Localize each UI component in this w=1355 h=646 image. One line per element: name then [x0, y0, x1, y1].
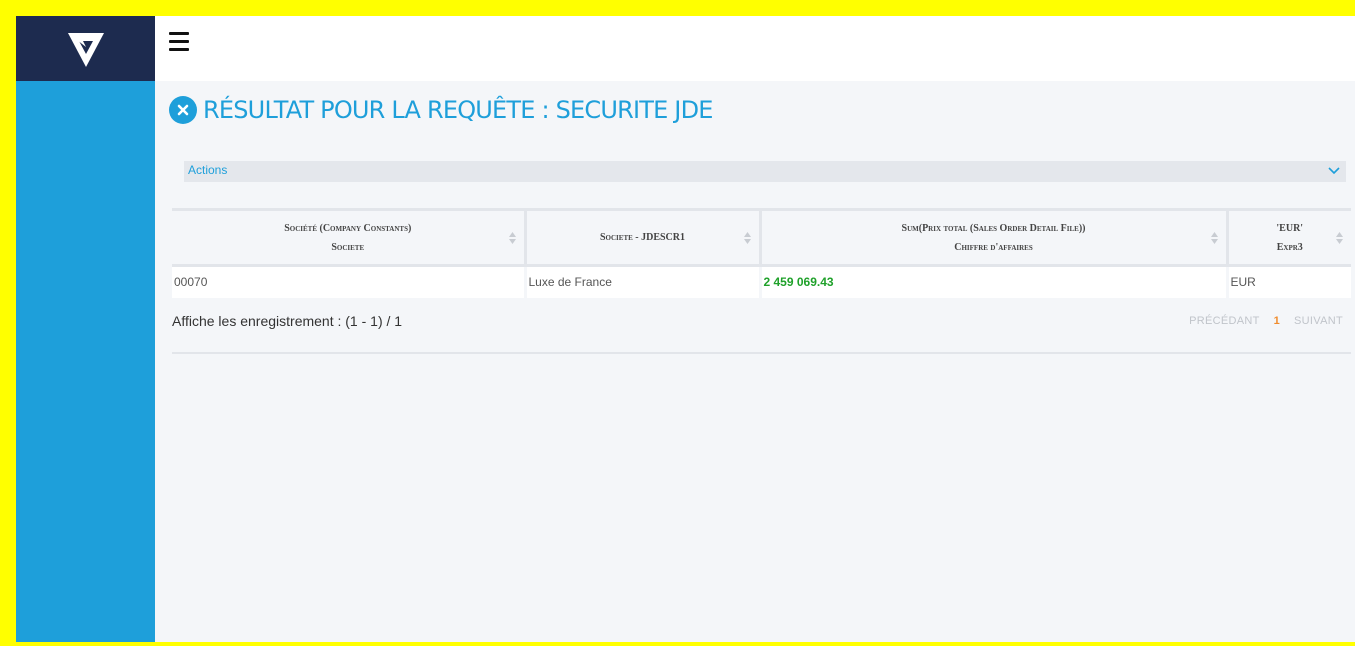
next-page-button[interactable]: SUIVANT — [1294, 315, 1343, 327]
pagination: PRÉCÉDANT 1 SUIVANT — [1189, 315, 1343, 327]
column-header-societe[interactable]: Société (Company Constants) Societe — [172, 208, 527, 267]
column-header-line1: Société (Company Constants) — [284, 222, 412, 234]
page-title: RÉSULTAT POUR LA REQUÊTE : SECURITE JDE — [203, 96, 713, 124]
main-content: RÉSULTAT POUR LA REQUÊTE : SECURITE JDE … — [155, 81, 1355, 642]
cell-expr3: EUR — [1227, 265, 1351, 298]
divider — [172, 352, 1351, 354]
chevron-down-icon — [1328, 167, 1340, 175]
column-header-line1: Sum(Prix total (Sales Order Detail File)… — [901, 222, 1086, 234]
cell-chiffre-affaires: 2 459 069.43 — [760, 265, 1229, 298]
table-header-row: Société (Company Constants) Societe Soci… — [172, 208, 1351, 267]
close-circle-icon[interactable] — [169, 96, 197, 124]
column-header-line2: Societe — [331, 241, 365, 253]
logo[interactable] — [16, 16, 155, 81]
table-row[interactable]: 00070 Luxe de France 2 459 069.43 EUR — [172, 265, 1351, 298]
title-row: RÉSULTAT POUR LA REQUÊTE : SECURITE JDE — [169, 96, 713, 124]
column-header-expr3[interactable]: 'EUR' Expr3 — [1227, 208, 1351, 267]
cell-jdescr1: Luxe de France — [525, 265, 762, 298]
column-header-line2: Chiffre d'affaires — [954, 241, 1033, 253]
sort-icon[interactable] — [508, 232, 516, 244]
v-logo-icon — [67, 32, 104, 67]
current-page-button[interactable]: 1 — [1274, 315, 1280, 327]
cell-societe: 00070 — [172, 265, 527, 298]
table-footer: Affiche les enregistrement : (1 - 1) / 1… — [172, 309, 1351, 333]
sidebar — [16, 16, 155, 642]
results-table: Société (Company Constants) Societe Soci… — [172, 208, 1351, 298]
top-bar — [155, 16, 1355, 81]
hamburger-menu-icon[interactable] — [169, 32, 191, 54]
previous-page-button[interactable]: PRÉCÉDANT — [1189, 315, 1260, 327]
column-header-line1: 'EUR' — [1276, 222, 1304, 234]
column-header-line2: Expr3 — [1276, 241, 1303, 253]
actions-label: Actions — [188, 163, 228, 177]
records-info: Affiche les enregistrement : (1 - 1) / 1 — [172, 313, 403, 329]
sort-icon[interactable] — [1336, 232, 1343, 244]
sort-icon[interactable] — [1210, 232, 1218, 244]
actions-dropdown[interactable]: Actions — [184, 161, 1346, 182]
sort-icon[interactable] — [743, 232, 751, 244]
column-header-chiffre-affaires[interactable]: Sum(Prix total (Sales Order Detail File)… — [760, 208, 1229, 267]
column-header-jdescr1[interactable]: Societe - JDESCR1 — [525, 208, 762, 267]
column-header-line1: Societe - JDESCR1 — [599, 232, 686, 243]
app-frame: RÉSULTAT POUR LA REQUÊTE : SECURITE JDE … — [16, 16, 1355, 642]
